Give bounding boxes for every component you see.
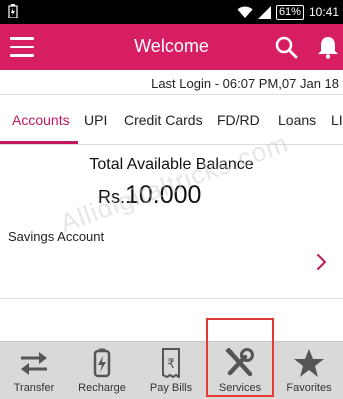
wifi-icon [237,6,253,18]
transfer-icon [21,352,47,375]
nav-services[interactable]: Services [206,342,274,399]
last-login-text: Last Login - 06:07 PM,07 Jan 18 [151,76,339,91]
charging-icon [8,4,18,18]
nav-label: Favorites [286,382,332,394]
battery-level: 61% [275,4,304,20]
tab-accounts[interactable]: Accounts [12,112,70,128]
currency-symbol: Rs. [98,187,125,207]
tab-lim[interactable]: LIM [331,112,343,128]
svg-text:₹: ₹ [167,357,175,372]
nav-label: Recharge [78,382,126,394]
nav-label: Pay Bills [149,382,193,394]
tab-upi[interactable]: UPI [84,112,107,128]
services-icon [225,348,254,377]
signal-icon [257,5,271,19]
bottom-nav: Transfer Recharge ₹ Pay Bills Services F… [0,341,343,399]
active-tab-indicator [0,141,78,144]
clock: 10:41 [308,5,339,19]
savings-account-label: Savings Account [8,229,105,244]
nav-recharge[interactable]: Recharge [68,342,136,399]
divider [0,298,343,299]
nav-favorites[interactable]: Favorites [275,342,343,399]
chevron-right-icon[interactable] [314,252,330,272]
search-icon[interactable] [274,35,298,59]
balance-amount: Rs.10.000 [98,181,201,210]
account-tabs: Accounts UPI Credit Cards FD/RD Loans LI… [0,95,343,145]
status-bar: 61% 10:41 [0,0,343,24]
pay-bills-icon: ₹ [162,348,180,378]
nav-label: Transfer [13,382,55,394]
bell-icon[interactable] [314,34,342,60]
balance-label: Total Available Balance [89,156,254,173]
balance-value: 10.000 [125,181,202,209]
tab-loans[interactable]: Loans [278,112,316,128]
recharge-icon [93,348,111,378]
tab-credit-cards[interactable]: Credit Cards [124,112,203,128]
app-bar: Welcome [0,24,343,70]
tab-fd-rd[interactable]: FD/RD [217,112,260,128]
star-icon [294,349,324,377]
nav-transfer[interactable]: Transfer [0,342,68,399]
nav-label: Services [218,382,262,394]
nav-pay-bills[interactable]: ₹ Pay Bills [137,342,205,399]
